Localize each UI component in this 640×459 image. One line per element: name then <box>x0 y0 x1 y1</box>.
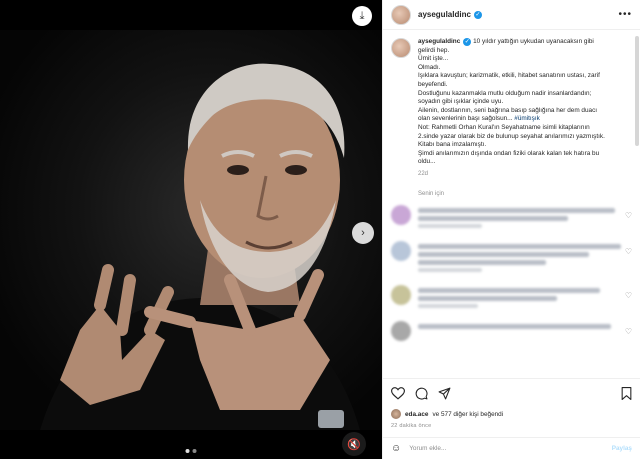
share-icon[interactable] <box>438 387 451 400</box>
portrait-illustration <box>40 63 360 430</box>
comments-scroll[interactable]: aysegulaldinc ✓ 10 yıldır yattığın uykuda… <box>383 30 640 378</box>
post-timestamp: 22d <box>418 170 429 177</box>
caption-line: Ailenin, dostlarının, seni bağrına basıp… <box>418 106 598 114</box>
carousel-dot <box>192 449 197 453</box>
caption-text: aysegulaldinc ✓ 10 yıldır yattığın uykuda… <box>418 38 632 167</box>
caption-line: 2.sinde yazar olarak biz de bulunup seya… <box>418 132 605 140</box>
verified-badge-icon: ✓ <box>463 38 472 46</box>
heart-icon[interactable]: ♡ <box>625 327 632 336</box>
caption-username[interactable]: aysegulaldinc <box>418 38 460 45</box>
heart-icon[interactable]: ♡ <box>625 211 632 220</box>
caption-line: 10 yıldır yattığın uykudan uyanacaksın g… <box>473 38 594 45</box>
caption-line: Not: Rahmetli Orhan Kural'ın Seyahatname… <box>418 123 590 131</box>
caption-line: Olmadı. <box>418 63 441 71</box>
action-bar: eda.ace ve 577 diğer kişi beğendi 22 dak… <box>383 378 640 429</box>
comment-input[interactable] <box>409 445 604 452</box>
caption-line: gelirdi hep. <box>418 46 450 54</box>
avatar[interactable] <box>391 4 411 25</box>
post-photo <box>0 30 382 430</box>
carousel-dots <box>185 449 197 453</box>
download-icon[interactable]: ⤓ <box>352 6 372 26</box>
post-media[interactable]: ⤓ › 🔇 <box>0 0 382 459</box>
caption-line: soyadın gibi ışıklar içinde uyu. <box>418 98 504 106</box>
comment-composer: ☺ Paylaş <box>383 437 640 459</box>
hashtag-link[interactable]: #ümitışık <box>514 115 540 122</box>
heart-icon[interactable]: ♡ <box>625 247 632 256</box>
more-options-icon[interactable]: ••• <box>618 9 632 20</box>
username[interactable]: aysegulaldinc <box>418 10 471 19</box>
post-comment-button[interactable]: Paylaş <box>612 445 632 452</box>
avatar <box>391 284 411 305</box>
heart-icon[interactable]: ♡ <box>625 291 632 300</box>
comment-item[interactable]: ♡ <box>391 240 632 275</box>
chevron-right-icon[interactable]: › <box>352 222 374 244</box>
post-sidebar: aysegulaldinc ✓ ••• aysegulaldinc ✓ 10 yı… <box>382 0 640 459</box>
carousel-dot <box>185 449 190 453</box>
caption-line: Kitabı bana imzalamıştı. <box>418 141 487 149</box>
relative-time: 22 dakika önce <box>391 423 432 429</box>
avatar <box>391 204 411 225</box>
avatar <box>391 409 401 419</box>
first-liker[interactable]: eda.ace <box>405 411 428 418</box>
caption-line: beyefendi. <box>418 80 448 88</box>
likes-count[interactable]: ve 577 diğer kişi beğendi <box>432 411 503 418</box>
comment-item[interactable]: ♡ <box>391 284 632 311</box>
caption-line: oldu... <box>418 158 436 166</box>
likes-summary[interactable]: eda.ace ve 577 diğer kişi beğendi <box>391 409 632 419</box>
caption: aysegulaldinc ✓ 10 yıldır yattığın uykuda… <box>391 38 632 167</box>
heart-icon[interactable] <box>391 386 405 400</box>
caption-line: olan sevenlerinin başı sağolsun... <box>418 115 513 123</box>
caption-line: Şimdi anılarımızın dışında ondan fiziki … <box>418 149 600 157</box>
caption-line: Dostluğunu kazanmakla mutlu olduğum nadi… <box>418 89 592 97</box>
muted-speaker-icon[interactable]: 🔇 <box>342 432 366 456</box>
verified-badge-icon: ✓ <box>473 10 482 19</box>
avatar <box>391 320 411 341</box>
avatar[interactable] <box>391 38 411 58</box>
comment-icon[interactable] <box>415 387 428 400</box>
caption-line: Işıklara kavuştun; karizmatik, etkili, h… <box>418 72 600 80</box>
scrollbar[interactable] <box>635 36 639 146</box>
comment-item[interactable]: ♡ <box>391 204 632 231</box>
liked-by-author: Senin için <box>418 190 445 197</box>
comment-item[interactable]: ♡ <box>391 320 632 341</box>
post-header: aysegulaldinc ✓ ••• <box>383 0 640 30</box>
emoji-icon[interactable]: ☺ <box>391 443 401 454</box>
caption-line: Ümit işte... <box>418 55 449 63</box>
avatar <box>391 240 411 261</box>
bookmark-icon[interactable] <box>621 386 632 400</box>
